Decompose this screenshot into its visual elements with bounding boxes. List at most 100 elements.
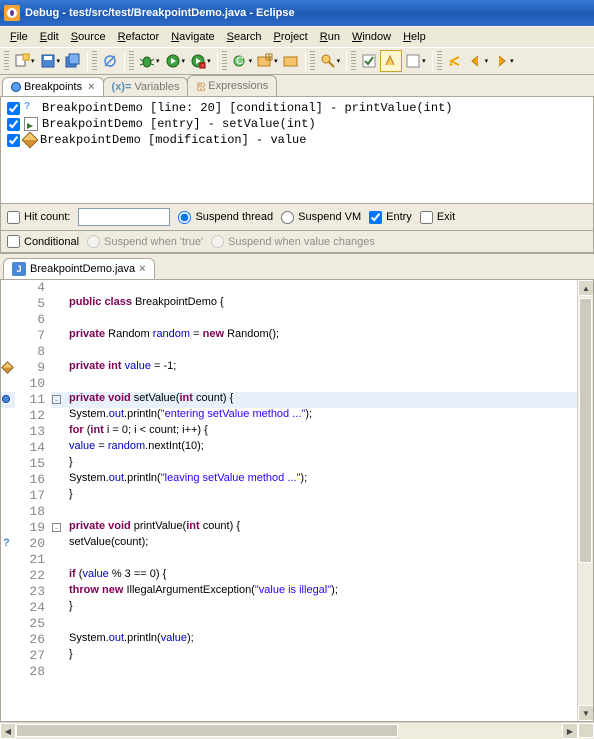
scroll-down-arrow[interactable]: ▼ [578, 705, 594, 721]
menu-refactor[interactable]: Refactor [112, 29, 166, 45]
fold-gutter[interactable] [51, 408, 65, 424]
fold-gutter[interactable] [51, 456, 65, 472]
fold-gutter[interactable] [51, 568, 65, 584]
breakpoints-tab[interactable]: Breakpoints × [2, 77, 104, 96]
menu-project[interactable]: Project [268, 29, 314, 45]
fold-gutter[interactable]: - [51, 520, 65, 536]
marker-gutter[interactable] [1, 568, 15, 584]
fold-gutter[interactable] [51, 536, 65, 552]
scroll-left-arrow[interactable]: ◀ [0, 723, 16, 739]
code-line[interactable]: 11- private void setValue(int count) { [1, 392, 577, 408]
entry-option[interactable]: Entry [369, 211, 412, 224]
marker-gutter[interactable] [1, 344, 15, 360]
new-package-button[interactable]: ▾ [255, 50, 280, 72]
marker-gutter[interactable] [1, 296, 15, 312]
save-all-button[interactable] [63, 50, 83, 72]
fold-gutter[interactable] [51, 488, 65, 504]
marker-gutter[interactable] [1, 424, 15, 440]
run-button[interactable]: ▾ [163, 50, 188, 72]
marker-gutter[interactable] [1, 360, 15, 376]
marker-gutter[interactable] [1, 408, 15, 424]
suspend-thread-radio[interactable] [178, 211, 191, 224]
back-button[interactable]: ▾ [466, 50, 491, 72]
fold-gutter[interactable] [51, 296, 65, 312]
marker-gutter[interactable] [1, 632, 15, 648]
marker-gutter[interactable] [1, 552, 15, 568]
fold-gutter[interactable] [51, 600, 65, 616]
marker-gutter[interactable] [1, 520, 15, 536]
fold-gutter[interactable] [51, 616, 65, 632]
breakpoint-checkbox[interactable] [7, 102, 20, 115]
close-icon[interactable]: × [139, 263, 145, 275]
marker-gutter[interactable] [1, 488, 15, 504]
fold-gutter[interactable] [51, 376, 65, 392]
menu-window[interactable]: Window [346, 29, 397, 45]
code-line[interactable]: 7 private Random random = new Random(); [1, 328, 577, 344]
breakpoint-checkbox[interactable] [7, 118, 20, 131]
last-edit-button[interactable] [445, 50, 465, 72]
hit-count-checkbox[interactable] [7, 211, 20, 224]
open-type-button[interactable] [281, 50, 301, 72]
fold-gutter[interactable] [51, 472, 65, 488]
toggle-ast-button[interactable]: ▾ [403, 50, 428, 72]
code-line[interactable]: 8 [1, 344, 577, 360]
debug-button[interactable]: ▾ [137, 50, 162, 72]
marker-gutter[interactable]: ? [1, 536, 15, 552]
code-line[interactable]: 24 } [1, 600, 577, 616]
fold-gutter[interactable] [51, 504, 65, 520]
fold-gutter[interactable] [51, 424, 65, 440]
marker-gutter[interactable] [1, 616, 15, 632]
code-line[interactable]: 21 [1, 552, 577, 568]
marker-gutter[interactable] [1, 664, 15, 680]
variables-tab[interactable]: (x)= Variables [103, 77, 189, 96]
marker-gutter[interactable] [1, 280, 15, 296]
code-line[interactable]: 28 [1, 664, 577, 680]
code-line[interactable]: 6 [1, 312, 577, 328]
menu-run[interactable]: Run [314, 29, 346, 45]
marker-gutter[interactable] [1, 440, 15, 456]
marker-gutter[interactable] [1, 472, 15, 488]
breakpoint-row[interactable]: BreakpointDemo [modification] - value [1, 132, 593, 148]
exit-checkbox[interactable] [420, 211, 433, 224]
entry-checkbox[interactable] [369, 211, 382, 224]
menu-help[interactable]: Help [397, 29, 432, 45]
fold-gutter[interactable] [51, 328, 65, 344]
menu-search[interactable]: Search [221, 29, 268, 45]
suspend-vm-option[interactable]: Suspend VM [281, 211, 361, 224]
code-line[interactable]: 19- private void printValue(int count) { [1, 520, 577, 536]
new-class-wizard-button[interactable]: C▾ [230, 50, 255, 72]
fold-gutter[interactable] [51, 440, 65, 456]
breakpoint-row[interactable]: BreakpointDemo [entry] - setValue(int) [1, 116, 593, 132]
code-line[interactable]: 14 value = random.nextInt(10); [1, 440, 577, 456]
marker-gutter[interactable] [1, 328, 15, 344]
code-line[interactable]: 5public class BreakpointDemo { [1, 296, 577, 312]
conditional-option[interactable]: Conditional [7, 235, 79, 248]
breakpoint-checkbox[interactable] [7, 134, 20, 147]
scroll-thumb-h[interactable] [16, 724, 398, 737]
code-editor[interactable]: 45public class BreakpointDemo {67 privat… [0, 279, 594, 722]
fold-gutter[interactable]: - [51, 392, 65, 408]
fold-icon[interactable]: - [52, 523, 61, 532]
marker-gutter[interactable] [1, 312, 15, 328]
marker-gutter[interactable] [1, 648, 15, 664]
breakpoint-row[interactable]: BreakpointDemo [line: 20] [conditional] … [1, 100, 593, 116]
menu-source[interactable]: Source [65, 29, 112, 45]
new-button[interactable]: ▾ [12, 50, 37, 72]
fold-gutter[interactable] [51, 584, 65, 600]
fold-gutter[interactable] [51, 648, 65, 664]
menu-file[interactable]: File [4, 29, 34, 45]
fold-gutter[interactable] [51, 312, 65, 328]
editor-tab[interactable]: J BreakpointDemo.java × [3, 258, 155, 279]
search-button[interactable]: ▾ [318, 50, 343, 72]
toggle-mark-button[interactable] [359, 50, 379, 72]
fold-gutter[interactable] [51, 344, 65, 360]
code-line[interactable]: 12 System.out.println("entering setValue… [1, 408, 577, 424]
close-icon[interactable]: × [88, 81, 94, 93]
expressions-tab[interactable]: ஐ Expressions [187, 75, 277, 96]
suspend-thread-option[interactable]: Suspend thread [178, 211, 273, 224]
fold-gutter[interactable] [51, 360, 65, 376]
code-line[interactable]: 17 } [1, 488, 577, 504]
scroll-thumb[interactable] [579, 298, 592, 563]
code-line[interactable]: 13 for (int i = 0; i < count; i++) { [1, 424, 577, 440]
marker-gutter[interactable] [1, 456, 15, 472]
